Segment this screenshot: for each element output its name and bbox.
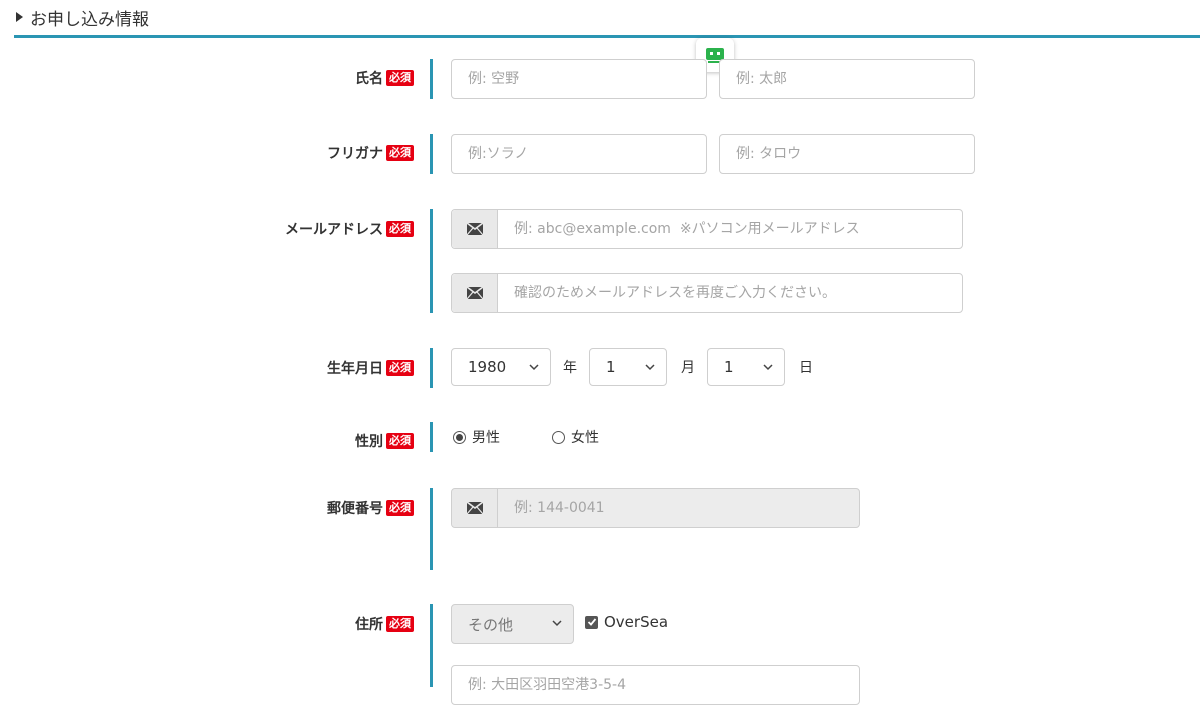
required-badge: 必須 bbox=[386, 616, 414, 632]
name-row-label: 氏名 必須 bbox=[355, 68, 414, 88]
day-unit: 日 bbox=[799, 360, 813, 376]
first-name-kana-input[interactable] bbox=[719, 134, 975, 174]
month-unit: 月 bbox=[681, 360, 695, 376]
row-divider bbox=[430, 604, 433, 687]
birth-month-select[interactable]: 1 bbox=[589, 348, 667, 386]
triangle-right-icon bbox=[16, 12, 23, 22]
prefecture-select[interactable]: その他 bbox=[451, 604, 574, 644]
birth-day-select[interactable]: 1 bbox=[707, 348, 785, 386]
required-badge: 必須 bbox=[386, 433, 414, 449]
gender-female-radio[interactable]: 女性 bbox=[552, 427, 599, 447]
birth-year-select[interactable]: 1980 bbox=[451, 348, 551, 386]
last-name-kana-input[interactable] bbox=[451, 134, 707, 174]
envelope-icon bbox=[452, 274, 498, 312]
required-badge: 必須 bbox=[386, 145, 414, 161]
postal-row-label: 郵便番号 必須 bbox=[327, 498, 414, 518]
envelope-icon bbox=[452, 489, 498, 527]
radio-unchecked-icon bbox=[552, 430, 565, 444]
row-divider bbox=[430, 59, 433, 99]
row-divider bbox=[430, 134, 433, 174]
chevron-down-icon bbox=[529, 364, 539, 371]
first-name-input[interactable] bbox=[719, 59, 975, 99]
oversea-checkbox[interactable]: OverSea bbox=[585, 613, 668, 631]
row-divider bbox=[430, 348, 433, 388]
required-badge: 必須 bbox=[386, 221, 414, 237]
required-badge: 必須 bbox=[386, 70, 414, 86]
required-badge: 必須 bbox=[386, 360, 414, 376]
address-row-label: 住所 必須 bbox=[355, 614, 414, 634]
chevron-down-icon bbox=[552, 620, 562, 627]
email-row-label: メールアドレス 必須 bbox=[285, 219, 414, 239]
section-header: お申し込み情報 bbox=[14, 0, 1200, 38]
street-address-input[interactable] bbox=[451, 665, 860, 705]
envelope-icon bbox=[452, 210, 498, 248]
email-input[interactable] bbox=[498, 210, 962, 248]
row-divider bbox=[430, 488, 433, 570]
checkbox-checked-icon bbox=[585, 615, 598, 629]
birthday-row-label: 生年月日 必須 bbox=[327, 358, 414, 378]
chevron-down-icon bbox=[763, 364, 773, 371]
section-title: お申し込み情報 bbox=[30, 10, 149, 30]
last-name-input[interactable] bbox=[451, 59, 707, 99]
required-badge: 必須 bbox=[386, 500, 414, 516]
year-unit: 年 bbox=[563, 360, 577, 376]
email-confirm-input[interactable] bbox=[498, 274, 962, 312]
radio-checked-icon bbox=[453, 430, 466, 444]
kana-row-label: フリガナ 必須 bbox=[327, 143, 414, 163]
gender-row-label: 性別 必須 bbox=[355, 431, 414, 451]
postal-input-group bbox=[451, 488, 860, 528]
row-divider bbox=[430, 422, 433, 452]
email-confirm-input-group bbox=[451, 273, 963, 313]
email-input-group bbox=[451, 209, 963, 249]
chevron-down-icon bbox=[645, 364, 655, 371]
gender-male-radio[interactable]: 男性 bbox=[453, 427, 500, 447]
postal-code-input[interactable] bbox=[498, 489, 859, 527]
row-divider bbox=[430, 209, 433, 313]
